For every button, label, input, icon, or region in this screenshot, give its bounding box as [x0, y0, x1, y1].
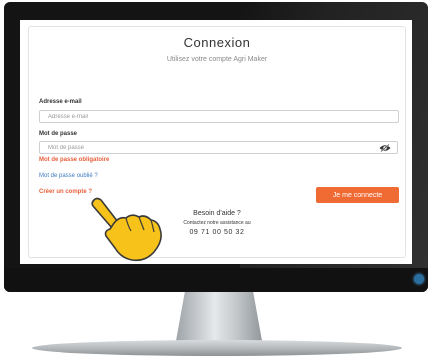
password-field[interactable] [39, 141, 374, 154]
email-field[interactable] [39, 110, 399, 123]
monitor-screen: Connexion Utilisez votre compte Agri Mak… [20, 20, 412, 264]
monitor-stand-base [32, 340, 402, 356]
login-card: Connexion Utilisez votre compte Agri Mak… [28, 26, 406, 258]
help-title: Besoin d'aide ? [193, 210, 241, 217]
eye-icon [379, 143, 391, 152]
forgot-password-link[interactable]: Mot de passe oublié ? [39, 173, 98, 179]
password-error: Mot de passe obligatoire [39, 157, 110, 163]
help-subtitle: Contactez notre assistance au [183, 220, 251, 226]
password-visibility-toggle[interactable] [373, 141, 398, 154]
monitor-bezel-bottom [4, 268, 428, 292]
email-label: Adresse e-mail [39, 99, 82, 105]
page-subtitle: Utilisez votre compte Agri Maker [166, 56, 268, 63]
monitor-stand-neck [175, 292, 263, 342]
pointing-hand-icon [91, 197, 162, 262]
password-label: Mot de passe [39, 131, 78, 137]
login-button[interactable]: Je me connecte [316, 187, 399, 203]
page-title: Connexion [183, 35, 251, 50]
help-phone: 09 71 00 50 32 [189, 229, 245, 236]
create-account-link[interactable]: Créer un compte ? [39, 189, 92, 195]
power-indicator [414, 274, 424, 284]
